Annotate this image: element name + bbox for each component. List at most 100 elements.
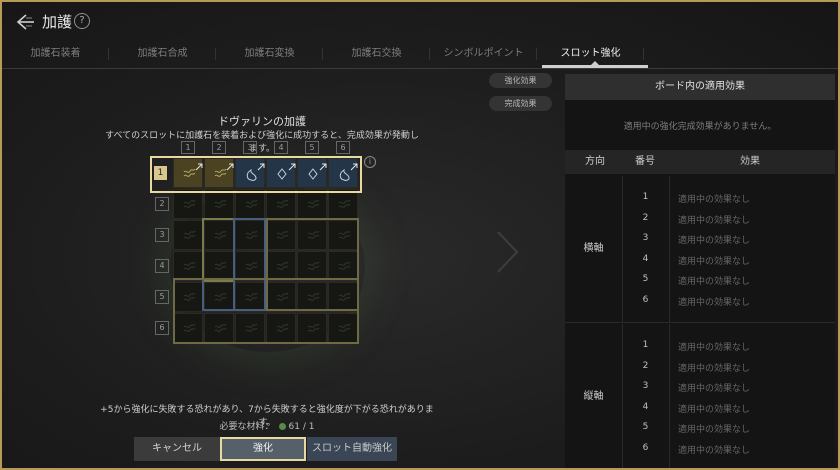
enhance-effect-button[interactable]: 強化効果 [489, 73, 552, 88]
slot-stone-icon [307, 261, 320, 270]
board-slot[interactable] [297, 251, 327, 281]
slot-stone-icon [338, 261, 351, 270]
board-slot[interactable] [266, 313, 296, 343]
materials-label: 必要な材料： [219, 422, 274, 432]
effect-row-value: 適用中の効果なし [678, 256, 751, 267]
board-description: すべてのスロットに加護石を装着および強化に成功すると、完成効果が発動します。 [105, 131, 419, 154]
board-slot[interactable] [297, 282, 327, 312]
board-slot[interactable] [266, 282, 296, 312]
info-icon[interactable]: i [364, 156, 376, 168]
board-slot[interactable] [173, 220, 203, 250]
board-slot[interactable] [235, 189, 265, 219]
slot-stone-icon [245, 292, 258, 301]
materials-value: 61 / 1 [288, 422, 315, 432]
board-slot[interactable] [173, 189, 203, 219]
slot-stone-icon [214, 323, 227, 332]
effect-row-number: 6 [642, 442, 649, 453]
board-slot[interactable] [173, 251, 203, 281]
slot-stone-icon [338, 292, 351, 301]
board-slot[interactable] [235, 251, 265, 281]
effect-row-value: 適用中の効果なし [678, 425, 751, 435]
group-label: 縦軸 [565, 324, 623, 468]
tab-stone-convert[interactable]: 加護石変換 [216, 42, 323, 68]
group-label: 横軸 [565, 176, 623, 322]
board-slot[interactable] [328, 313, 358, 343]
row-number: 4 [155, 259, 169, 273]
page-title: 加護 [42, 13, 73, 31]
tab-stone-equip[interactable]: 加護石装着 [2, 42, 109, 68]
board-slot[interactable] [235, 220, 265, 250]
material-gem-icon [278, 423, 286, 430]
slot-stone-icon [183, 230, 196, 239]
effect-row-value: 適用中の効果なし [678, 404, 751, 415]
slot-stone-icon [245, 230, 258, 239]
header-effect: 効果 [740, 156, 760, 167]
slot-stone-icon [276, 230, 289, 239]
board-slot[interactable] [204, 189, 234, 219]
slot-stone-icon [245, 261, 258, 270]
effect-row-value: 適用中の効果なし [678, 236, 751, 246]
effects-table-header: 方向 番号 効果 [565, 150, 835, 174]
board-slot[interactable] [235, 313, 265, 343]
board-slot[interactable] [266, 251, 296, 281]
selected-row-number[interactable]: 1 [154, 166, 167, 180]
slot-stone-icon [214, 230, 227, 239]
board-slot[interactable] [204, 251, 234, 281]
effect-row-value: 適用中の効果なし [678, 297, 751, 308]
column-number: 1 [181, 141, 195, 154]
board-slot[interactable] [204, 313, 234, 343]
board-slot[interactable] [173, 282, 203, 312]
complete-effect-button[interactable]: 完成効果 [489, 96, 552, 111]
board-slot[interactable] [266, 220, 296, 250]
slot-stone-icon [214, 199, 227, 208]
cancel-button[interactable]: キャンセル [134, 437, 220, 461]
board-slot[interactable] [266, 189, 296, 219]
tab-stone-exchange[interactable]: 加護石交換 [323, 42, 430, 68]
slot-stone-icon [338, 323, 351, 332]
slot-stone-icon [276, 323, 289, 332]
back-arrow-icon[interactable] [14, 11, 36, 33]
auto-enhance-button[interactable]: スロット自動強化 [307, 437, 397, 461]
effect-row-number: 3 [642, 233, 649, 243]
row-number: 6 [155, 321, 169, 335]
vertical-group: 縦軸 1 適用中の効果なし 2 適用中の効果なし 3 適用中の効果なし 4 適用中の効果なし 5… [565, 324, 835, 468]
board-slot[interactable] [173, 313, 203, 343]
slot-stone-icon [245, 199, 258, 208]
board-slot[interactable] [235, 282, 265, 312]
board-title: ドヴァリンの加護 [218, 115, 306, 128]
effect-row-number: 4 [642, 401, 649, 412]
effect-row-value: 適用中の効果なし [678, 445, 751, 456]
slot-stone-icon [214, 292, 227, 301]
tab-symbol-points[interactable]: シンボルポイント [430, 42, 537, 68]
effect-row-number: 5 [642, 274, 649, 284]
tab-bar: 加護石装着 加護石合成 加護石変換 加護石交換 シンボルポイント スロット強化 [2, 42, 838, 69]
board-slot[interactable] [297, 189, 327, 219]
chevron-right-icon [497, 231, 519, 273]
effect-row-value: 適用中の効果なし [678, 363, 751, 374]
tab-stone-combine[interactable]: 加護石合成 [109, 42, 216, 68]
board-slot[interactable] [297, 220, 327, 250]
board-slot[interactable] [328, 251, 358, 281]
slot-stone-icon [183, 199, 196, 208]
slot-stone-icon [183, 323, 196, 332]
column-number: 4 [274, 141, 288, 154]
board-slot[interactable] [328, 282, 358, 312]
selected-row-highlight [150, 156, 362, 193]
board-slot[interactable] [328, 220, 358, 250]
effect-row-number: 2 [642, 360, 649, 371]
column-number: 5 [305, 141, 319, 154]
header: 加護 ? [2, 2, 838, 40]
help-icon[interactable]: ? [74, 13, 90, 29]
effect-row-number: 1 [642, 340, 649, 350]
enhance-button[interactable]: 強化 [220, 437, 306, 461]
board-slot[interactable] [328, 189, 358, 219]
board-slot[interactable] [204, 282, 234, 312]
slot-stone-icon [276, 261, 289, 270]
row-number: 5 [155, 290, 169, 304]
board-slot[interactable] [204, 220, 234, 250]
slot-stone-icon [245, 323, 258, 332]
column-number: 3 [243, 141, 257, 154]
slot-stone-icon [183, 292, 196, 301]
slot-stone-icon [338, 199, 351, 208]
board-slot[interactable] [297, 313, 327, 343]
